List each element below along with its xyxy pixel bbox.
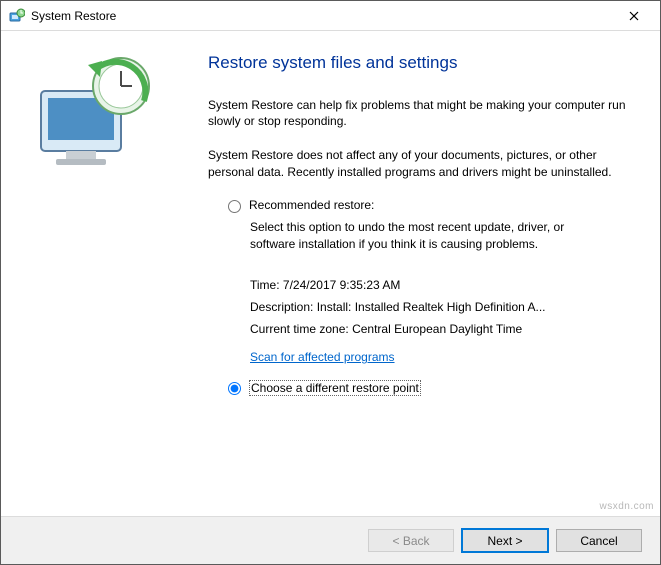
radio-choose-different[interactable] — [228, 382, 241, 395]
title-bar: System Restore — [1, 1, 660, 31]
close-button[interactable] — [616, 1, 652, 30]
detail-description: Description: Install: Installed Realtek … — [250, 300, 632, 314]
radio-choose-different-label[interactable]: Choose a different restore point — [249, 380, 421, 396]
scan-affected-link[interactable]: Scan for affected programs — [250, 350, 395, 364]
window-title: System Restore — [31, 9, 616, 23]
page-heading: Restore system files and settings — [208, 53, 632, 73]
intro-paragraph-1: System Restore can help fix problems tha… — [208, 97, 632, 129]
detail-time: Time: 7/24/2017 9:35:23 AM — [250, 278, 632, 292]
illustration-pane — [1, 31, 186, 516]
detail-timezone: Current time zone: Central European Dayl… — [250, 322, 632, 336]
watermark-text: wsxdn.com — [599, 501, 654, 512]
back-button: < Back — [368, 529, 454, 552]
option-choose-different: Choose a different restore point — [228, 380, 632, 396]
main-pane: Restore system files and settings System… — [186, 31, 660, 516]
option-recommended: Recommended restore: Select this option … — [228, 198, 632, 253]
next-button[interactable]: Next > — [462, 529, 548, 552]
radio-recommended-label[interactable]: Recommended restore: — [249, 198, 374, 212]
recommended-details: Time: 7/24/2017 9:35:23 AM Description: … — [250, 278, 632, 364]
recommended-description: Select this option to undo the most rece… — [250, 219, 590, 253]
button-bar: < Back Next > Cancel — [1, 516, 660, 564]
radio-recommended[interactable] — [228, 200, 241, 213]
system-restore-icon — [9, 8, 25, 24]
cancel-button[interactable]: Cancel — [556, 529, 642, 552]
restore-illustration-icon — [26, 51, 166, 181]
content-area: Restore system files and settings System… — [1, 31, 660, 516]
intro-paragraph-2: System Restore does not affect any of yo… — [208, 147, 632, 179]
